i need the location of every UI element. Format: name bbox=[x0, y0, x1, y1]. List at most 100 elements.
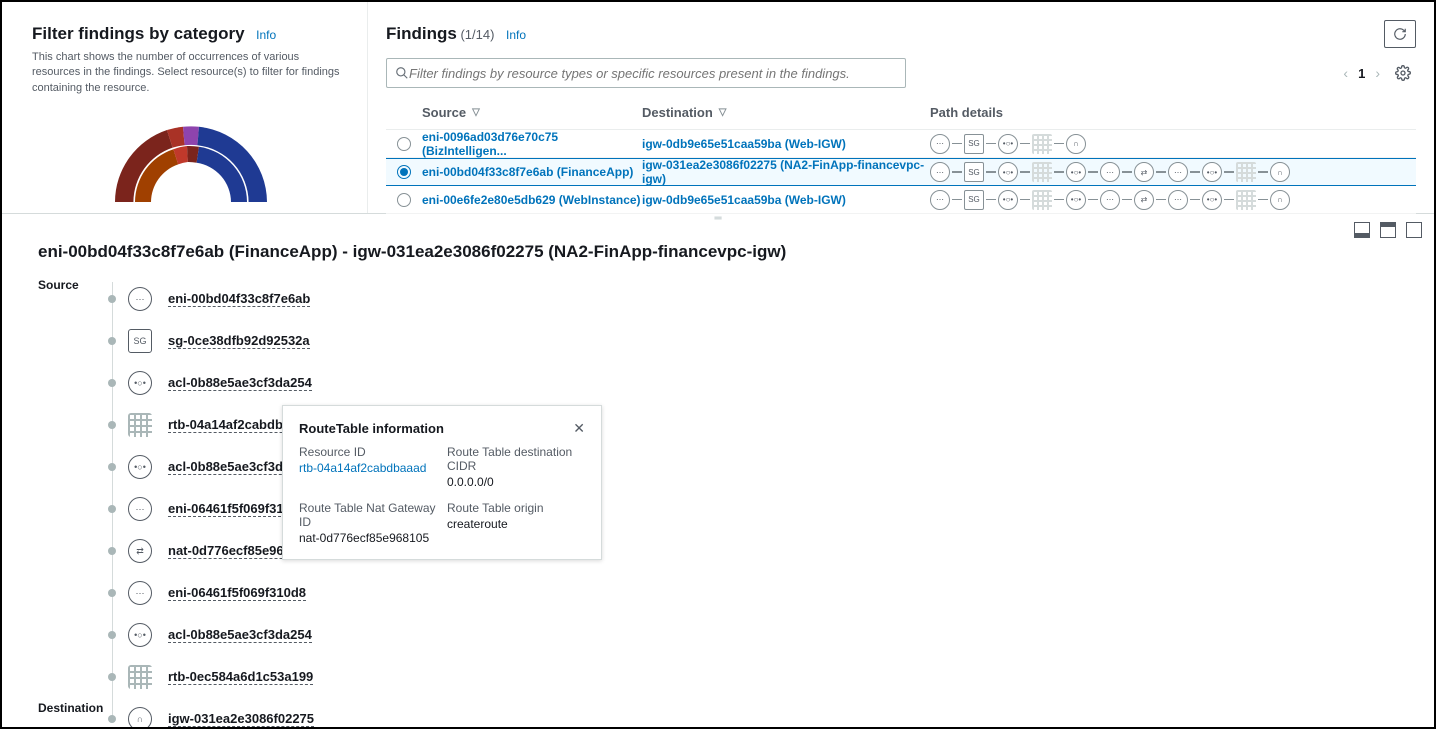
sg-icon: SG bbox=[128, 329, 152, 353]
filter-info-link[interactable]: Info bbox=[256, 28, 276, 42]
eni-icon: ⋯ bbox=[930, 134, 950, 154]
page-number: 1 bbox=[1358, 66, 1365, 81]
close-icon[interactable]: ✕ bbox=[573, 420, 585, 437]
path-hop: rtb-0ec584a6d1c53a199 bbox=[108, 656, 1398, 698]
prev-page-button[interactable]: ‹ bbox=[1343, 65, 1348, 81]
destination-link[interactable]: igw-031ea2e3086f02275 (NA2-FinApp-financ… bbox=[642, 158, 930, 186]
igw-icon: ∩ bbox=[1270, 162, 1290, 182]
next-page-button[interactable]: › bbox=[1375, 65, 1380, 81]
sort-icon[interactable]: ▽ bbox=[719, 107, 727, 118]
row-radio[interactable] bbox=[397, 137, 411, 151]
source-link[interactable]: eni-00e6fe2e80e5db629 (WebInstance) bbox=[422, 193, 641, 207]
dest-cidr-label: Route Table destination CIDR bbox=[447, 445, 585, 473]
grid-icon bbox=[1236, 162, 1256, 182]
acl-icon: •○• bbox=[1202, 162, 1222, 182]
layout-button-1[interactable] bbox=[1354, 222, 1370, 238]
detail-title: eni-00bd04f33c8f7e6ab (FinanceApp) - igw… bbox=[38, 242, 1398, 262]
hop-id[interactable]: acl-0b88e5ae3cf3da254 bbox=[168, 627, 312, 643]
grid-icon bbox=[1032, 134, 1052, 154]
findings-count: (1/14) bbox=[460, 27, 494, 42]
path-icons: ⋯SG•○••○•⋯⇄⋯•○•∩ bbox=[930, 190, 1416, 210]
filter-panel: Filter findings by category Info This ch… bbox=[2, 2, 368, 213]
destination-link[interactable]: igw-0db9e65e51caa59ba (Web-IGW) bbox=[642, 137, 846, 151]
sg-icon: SG bbox=[964, 162, 984, 182]
eni-icon: ⋯ bbox=[1168, 162, 1188, 182]
hop-id[interactable]: rtb-0ec584a6d1c53a199 bbox=[168, 669, 313, 685]
acl-icon: •○• bbox=[128, 623, 152, 647]
col-source[interactable]: Source bbox=[422, 105, 466, 120]
sort-icon[interactable]: ▽ bbox=[472, 107, 480, 118]
sg-icon: SG bbox=[964, 134, 984, 154]
filter-description: This chart shows the number of occurrenc… bbox=[32, 50, 349, 96]
table-row[interactable]: eni-00e6fe2e80e5db629 (WebInstance)igw-0… bbox=[386, 186, 1416, 214]
resource-id-value[interactable]: rtb-04a14af2cabdbaaad bbox=[299, 461, 437, 475]
path-icons: ⋯SG•○•∩ bbox=[930, 134, 1416, 154]
eni-icon: ⋯ bbox=[128, 287, 152, 311]
row-radio[interactable] bbox=[397, 193, 411, 207]
path-icons: ⋯SG•○••○•⋯⇄⋯•○•∩ bbox=[930, 162, 1416, 182]
igw-icon: ∩ bbox=[128, 707, 152, 727]
destination-label: Destination bbox=[38, 701, 108, 715]
acl-icon: •○• bbox=[1066, 162, 1086, 182]
acl-icon: •○• bbox=[1202, 190, 1222, 210]
rtb-icon bbox=[128, 413, 152, 437]
filter-input[interactable] bbox=[409, 66, 897, 81]
nat-gateway-value: nat-0d776ecf85e968105 bbox=[299, 531, 437, 545]
eni-icon: ⋯ bbox=[930, 190, 950, 210]
routetable-popover: RouteTable information ✕ Resource ID rtb… bbox=[282, 405, 602, 560]
findings-info-link[interactable]: Info bbox=[506, 28, 526, 42]
grid-icon bbox=[1032, 162, 1052, 182]
popover-title: RouteTable information bbox=[299, 421, 444, 436]
path-hop: •○• acl-0b88e5ae3cf3da254 bbox=[108, 614, 1398, 656]
acl-icon: •○• bbox=[998, 190, 1018, 210]
sg-icon: SG bbox=[964, 190, 984, 210]
table-row[interactable]: eni-0096ad03d76e70c75 (BizIntelligen...i… bbox=[386, 130, 1416, 158]
layout-button-2[interactable] bbox=[1380, 222, 1396, 238]
path-hop: ⋯ eni-00bd04f33c8f7e6ab bbox=[108, 278, 1398, 320]
eni-icon: ⋯ bbox=[1100, 190, 1120, 210]
hop-id[interactable]: acl-0b88e5ae3cf3da254 bbox=[168, 375, 312, 391]
eni-icon: ⋯ bbox=[930, 162, 950, 182]
layout-button-3[interactable] bbox=[1406, 222, 1422, 238]
filter-title: Filter findings by category bbox=[32, 24, 245, 44]
nat-icon: ⇄ bbox=[1134, 162, 1154, 182]
col-destination[interactable]: Destination bbox=[642, 105, 713, 120]
grid-icon bbox=[1032, 190, 1052, 210]
rtb-icon bbox=[128, 665, 152, 689]
eni-icon: ⋯ bbox=[1168, 190, 1188, 210]
hop-id[interactable]: eni-06461f5f069f310d8 bbox=[168, 585, 306, 601]
source-link[interactable]: eni-00bd04f33c8f7e6ab (FinanceApp) bbox=[422, 165, 633, 179]
destination-link[interactable]: igw-0db9e65e51caa59ba (Web-IGW) bbox=[642, 193, 846, 207]
panel-resize-handle[interactable]: ═ bbox=[2, 214, 1434, 222]
path-hop: ⋯eni-06461f5f069f310d8 bbox=[108, 572, 1398, 614]
path-hop: ∩ igw-031ea2e3086f02275 bbox=[108, 698, 1398, 727]
filter-input-wrapper[interactable] bbox=[386, 58, 906, 88]
findings-table: Source ▽ Destination ▽ Path details eni-00… bbox=[386, 96, 1416, 214]
nat-icon: ⇄ bbox=[128, 539, 152, 563]
col-path: Path details bbox=[930, 105, 1003, 120]
igw-icon: ∩ bbox=[1066, 134, 1086, 154]
dest-cidr-value: 0.0.0.0/0 bbox=[447, 475, 585, 489]
hop-id[interactable]: eni-00bd04f33c8f7e6ab bbox=[168, 291, 310, 307]
category-donut-chart[interactable] bbox=[32, 106, 349, 226]
hop-id[interactable]: igw-031ea2e3086f02275 bbox=[168, 711, 314, 727]
grid-icon bbox=[1236, 190, 1256, 210]
acl-icon: •○• bbox=[128, 371, 152, 395]
findings-title: Findings bbox=[386, 24, 457, 43]
eni-icon: ⋯ bbox=[128, 497, 152, 521]
pagination: ‹ 1 › bbox=[1343, 60, 1416, 86]
hop-id[interactable]: sg-0ce38dfb92d92532a bbox=[168, 333, 310, 349]
source-link[interactable]: eni-0096ad03d76e70c75 (BizIntelligen... bbox=[422, 130, 642, 158]
refresh-button[interactable] bbox=[1384, 20, 1416, 48]
acl-icon: •○• bbox=[998, 162, 1018, 182]
settings-button[interactable] bbox=[1390, 60, 1416, 86]
row-radio[interactable] bbox=[397, 165, 411, 179]
acl-icon: •○• bbox=[128, 455, 152, 479]
source-label: Source bbox=[38, 278, 108, 292]
resource-id-label: Resource ID bbox=[299, 445, 437, 459]
path-hop: SG sg-0ce38dfb92d92532a bbox=[108, 320, 1398, 362]
table-header: Source ▽ Destination ▽ Path details bbox=[386, 96, 1416, 130]
igw-icon: ∩ bbox=[1270, 190, 1290, 210]
search-icon bbox=[395, 66, 409, 80]
table-row[interactable]: eni-00bd04f33c8f7e6ab (FinanceApp) igw-03… bbox=[386, 158, 1416, 186]
